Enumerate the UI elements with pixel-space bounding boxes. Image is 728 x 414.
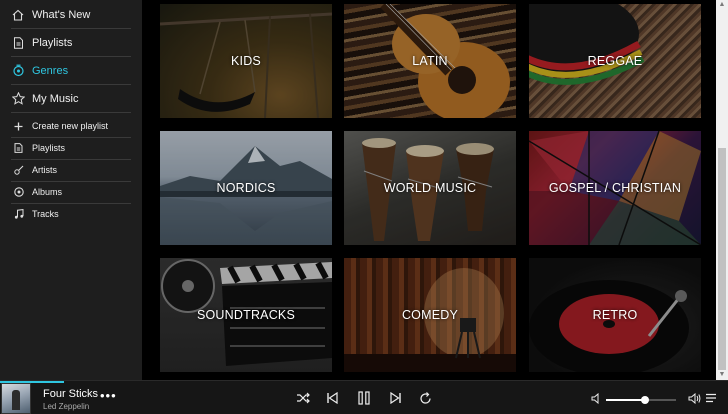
nav-label: Genres	[32, 64, 69, 77]
nav-label: What's New	[32, 8, 91, 21]
genre-tile-kids[interactable]: KIDS	[160, 4, 332, 118]
nav-label: Tracks	[32, 209, 59, 219]
nav-label: Create new playlist	[32, 121, 109, 131]
queue-list-icon	[706, 393, 716, 403]
genre-tile-world-music[interactable]: WORLD MUSIC	[344, 131, 516, 245]
volume-slider[interactable]	[606, 396, 676, 404]
repeat-button[interactable]	[415, 389, 435, 407]
genre-tile-soundtracks[interactable]: SOUNDTRACKS	[160, 258, 332, 372]
nav-create-playlist[interactable]: Create new playlist	[0, 115, 142, 137]
shuffle-button[interactable]	[293, 389, 313, 407]
player-bar: Four Sticks Led Zeppelin •••	[0, 380, 728, 414]
nav-artists[interactable]: Artists	[0, 159, 142, 181]
nav-albums[interactable]: Albums	[0, 181, 142, 203]
nav-playlists-secondary[interactable]: Playlists	[0, 137, 142, 159]
genre-tile-latin[interactable]: LATIN	[344, 4, 516, 118]
genre-label: REGGAE	[587, 54, 643, 68]
pause-icon	[358, 391, 370, 405]
genre-tile-nordics[interactable]: NORDICS	[160, 131, 332, 245]
nav-label: Playlists	[32, 143, 66, 153]
nav-playlists[interactable]: Playlists	[0, 29, 142, 56]
divider	[11, 112, 131, 113]
nav-label: Albums	[32, 187, 63, 197]
nav-label: My Music	[32, 92, 79, 105]
genre-label: GOSPEL / CHRISTIAN	[548, 181, 682, 195]
repeat-icon	[419, 391, 431, 404]
genre-label: LATIN	[412, 54, 448, 68]
nav-whats-new[interactable]: What's New	[0, 1, 142, 28]
disc-icon	[13, 187, 24, 198]
genres-icon	[11, 64, 25, 78]
more-options-button[interactable]: •••	[100, 389, 117, 402]
next-button[interactable]	[386, 389, 406, 407]
album-art[interactable]	[1, 383, 31, 414]
next-icon	[390, 392, 401, 404]
track-title: Four Sticks	[43, 388, 99, 400]
home-icon	[11, 8, 25, 22]
speaker-low-icon	[591, 392, 598, 404]
scroll-down-arrow-icon[interactable]: ▼	[716, 370, 728, 380]
previous-icon	[327, 392, 338, 404]
sidebar: What's New Playlists Genres My Music Cre…	[0, 0, 142, 380]
scroll-up-arrow-icon[interactable]: ▲	[716, 0, 728, 10]
volume-knob[interactable]	[640, 396, 649, 404]
genre-tile-gospel-christian[interactable]: GOSPEL / CHRISTIAN	[529, 131, 701, 245]
guitar-icon	[13, 165, 24, 176]
genre-label: NORDICS	[216, 181, 276, 195]
vertical-scrollbar[interactable]: ▲ ▼	[716, 0, 728, 380]
nav-label: Artists	[32, 165, 58, 175]
nav-label: Playlists	[32, 36, 73, 49]
genre-label: KIDS	[231, 54, 261, 68]
pause-button[interactable]	[354, 389, 374, 407]
note-icon	[13, 209, 24, 220]
mute-button[interactable]	[586, 389, 606, 407]
plus-icon	[13, 121, 24, 132]
nav-my-music[interactable]: My Music	[0, 85, 142, 112]
star-icon	[11, 92, 25, 106]
previous-button[interactable]	[322, 389, 342, 407]
queue-button[interactable]	[701, 389, 721, 407]
playlist-doc-icon	[13, 143, 24, 154]
genre-tile-retro[interactable]: RETRO	[529, 258, 701, 372]
genre-label: RETRO	[592, 308, 638, 322]
scrollbar-thumb[interactable]	[718, 148, 726, 370]
speaker-high-icon	[688, 392, 700, 404]
genre-label: WORLD MUSIC	[383, 181, 477, 195]
genre-tile-reggae[interactable]: REGGAE	[529, 4, 701, 118]
genre-label: SOUNDTRACKS	[196, 308, 296, 322]
genre-grid: KIDS LATIN REGGAE NORDICS WORLD MUSIC GO…	[142, 0, 716, 380]
shuffle-icon	[297, 392, 310, 404]
genre-tile-comedy[interactable]: COMEDY	[344, 258, 516, 372]
genre-label: COMEDY	[401, 308, 459, 322]
volume-fill	[606, 399, 645, 401]
track-artist[interactable]: Led Zeppelin	[43, 402, 89, 411]
playlist-doc-icon	[11, 36, 25, 50]
nav-genres[interactable]: Genres	[0, 57, 142, 84]
nav-tracks[interactable]: Tracks	[0, 203, 142, 225]
